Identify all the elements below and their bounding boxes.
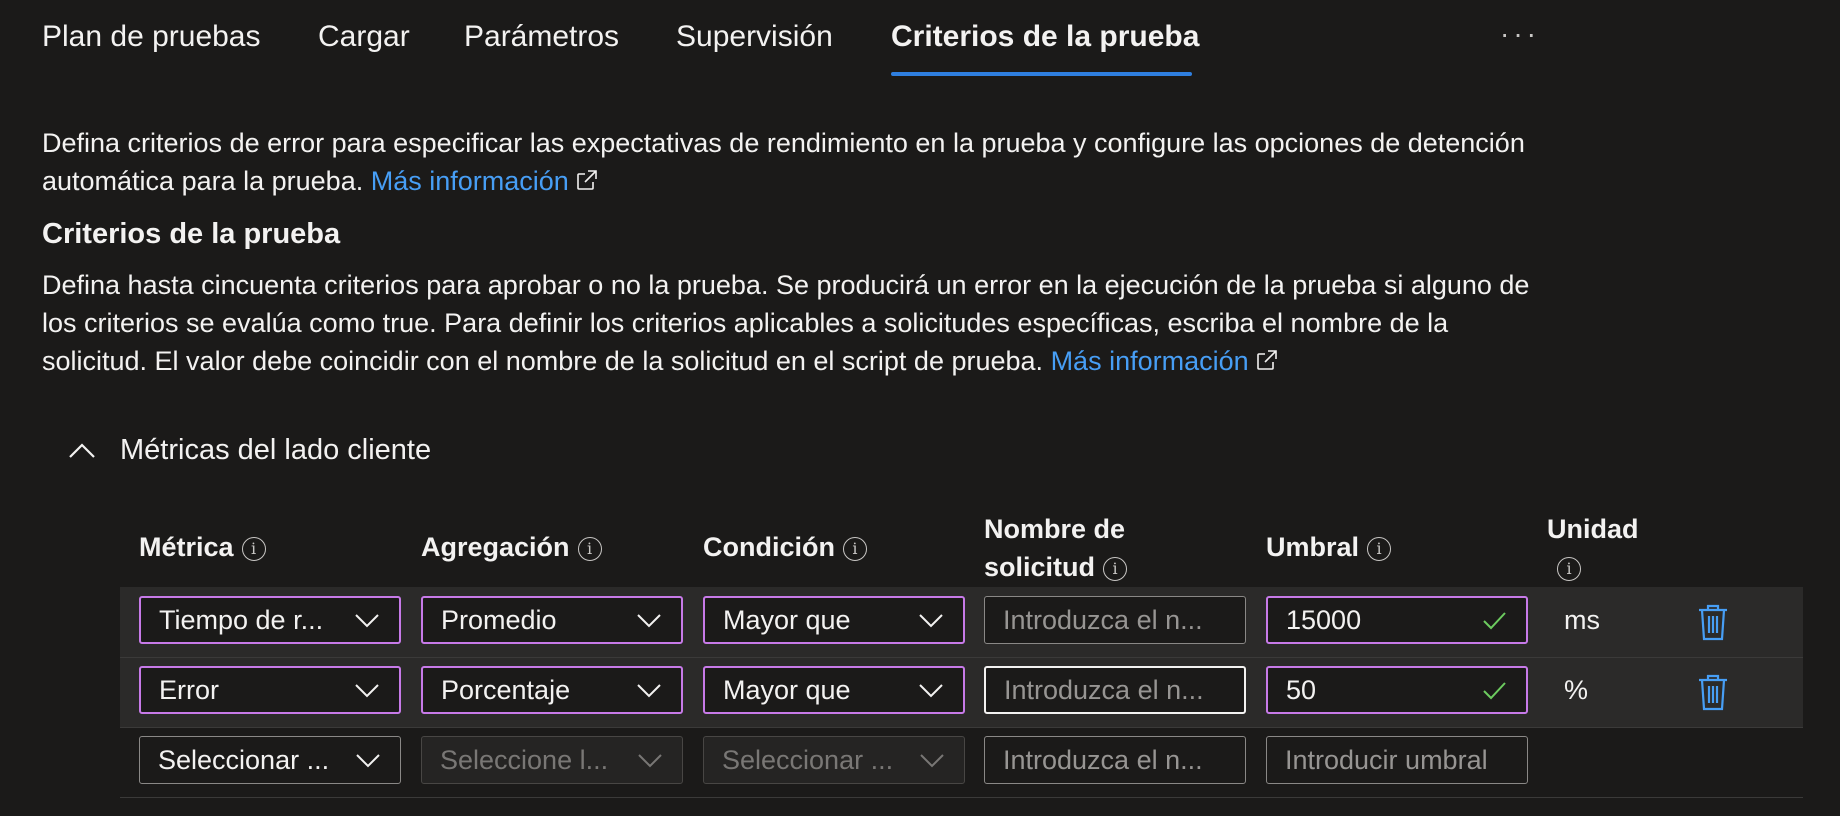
section-title: Métricas del lado cliente [120,433,432,466]
tab-parameters[interactable]: Parámetros [464,20,619,54]
threshold-input[interactable]: Introducir umbral [1266,736,1528,784]
info-icon[interactable]: i [1103,557,1128,581]
info-icon[interactable]: i [842,537,867,561]
metric-dropdown[interactable]: Seleccionar ... [139,736,401,784]
col-header-unit: Unidad i [1547,510,1639,586]
condition-dropdown[interactable]: Mayor que [703,666,965,714]
intro-learn-more-link[interactable]: Más información [371,166,599,196]
client-metrics-section-toggle[interactable]: Métricas del lado cliente [68,430,431,470]
checkmark-icon [1483,612,1506,630]
tab-load[interactable]: Cargar [318,20,410,54]
tab-test-criteria[interactable]: Criterios de la prueba [891,20,1199,54]
criteria-heading: Criterios de la prueba [42,218,341,250]
info-icon[interactable]: i [577,537,602,561]
threshold-input[interactable]: 50 [1266,666,1528,714]
intro-paragraph: Defina criterios de error para especific… [42,124,1542,200]
active-tab-indicator [891,72,1192,76]
criteria-text: Defina hasta cincuenta criterios para ap… [42,270,1530,376]
col-header-request-name: Nombre de solicitud i [984,514,1128,582]
intro-text: Defina criterios de error para especific… [42,128,1525,196]
checkmark-icon [1483,682,1506,700]
unit-label: ms [1564,605,1600,635]
more-options-button[interactable]: ··· [1500,18,1540,50]
request-name-input[interactable]: Introduzca el n... [984,736,1246,784]
request-name-input[interactable]: Introduzca el n... [984,596,1246,644]
delete-icon[interactable] [1696,672,1730,712]
request-name-input[interactable]: Introduzca el n... [984,666,1246,714]
unit-label: % [1564,675,1589,705]
col-header-aggregation: Agregación i [421,528,602,566]
metric-dropdown[interactable]: Error [139,666,401,714]
chevron-down-icon [919,614,943,628]
col-header-condition: Condición i [703,528,867,566]
chevron-down-icon [638,754,662,768]
aggregation-dropdown[interactable]: Promedio [421,596,683,644]
info-icon[interactable]: i [1557,557,1581,581]
info-icon[interactable]: i [241,537,266,561]
tab-bar: Plan de pruebas Cargar Parámetros Superv… [0,0,1840,80]
delete-icon[interactable] [1696,602,1730,642]
chevron-down-icon [920,754,944,768]
aggregation-dropdown[interactable]: Porcentaje [421,666,683,714]
condition-dropdown: Seleccionar ... [703,736,965,784]
external-link-icon [1256,350,1277,370]
chevron-down-icon [355,614,379,628]
chevron-down-icon [356,754,380,768]
tab-monitoring[interactable]: Supervisión [676,20,833,54]
condition-dropdown[interactable]: Mayor que [703,596,965,644]
tab-test-plan[interactable]: Plan de pruebas [42,20,261,54]
threshold-input[interactable]: 15000 [1266,596,1528,644]
external-link-icon [577,170,597,190]
chevron-down-icon [919,684,943,698]
chevron-up-icon [69,443,95,458]
col-header-metric: Métrica i [139,528,266,566]
criteria-learn-more-link[interactable]: Más información [1051,346,1279,376]
info-icon[interactable]: i [1367,537,1392,561]
criteria-paragraph: Defina hasta cincuenta criterios para ap… [42,266,1542,380]
chevron-down-icon [637,614,661,628]
metric-dropdown[interactable]: Tiempo de r... [139,596,401,644]
aggregation-dropdown: Seleccione l... [421,736,683,784]
chevron-down-icon [637,684,661,698]
col-header-threshold: Umbral i [1266,528,1392,566]
chevron-down-icon [355,684,379,698]
